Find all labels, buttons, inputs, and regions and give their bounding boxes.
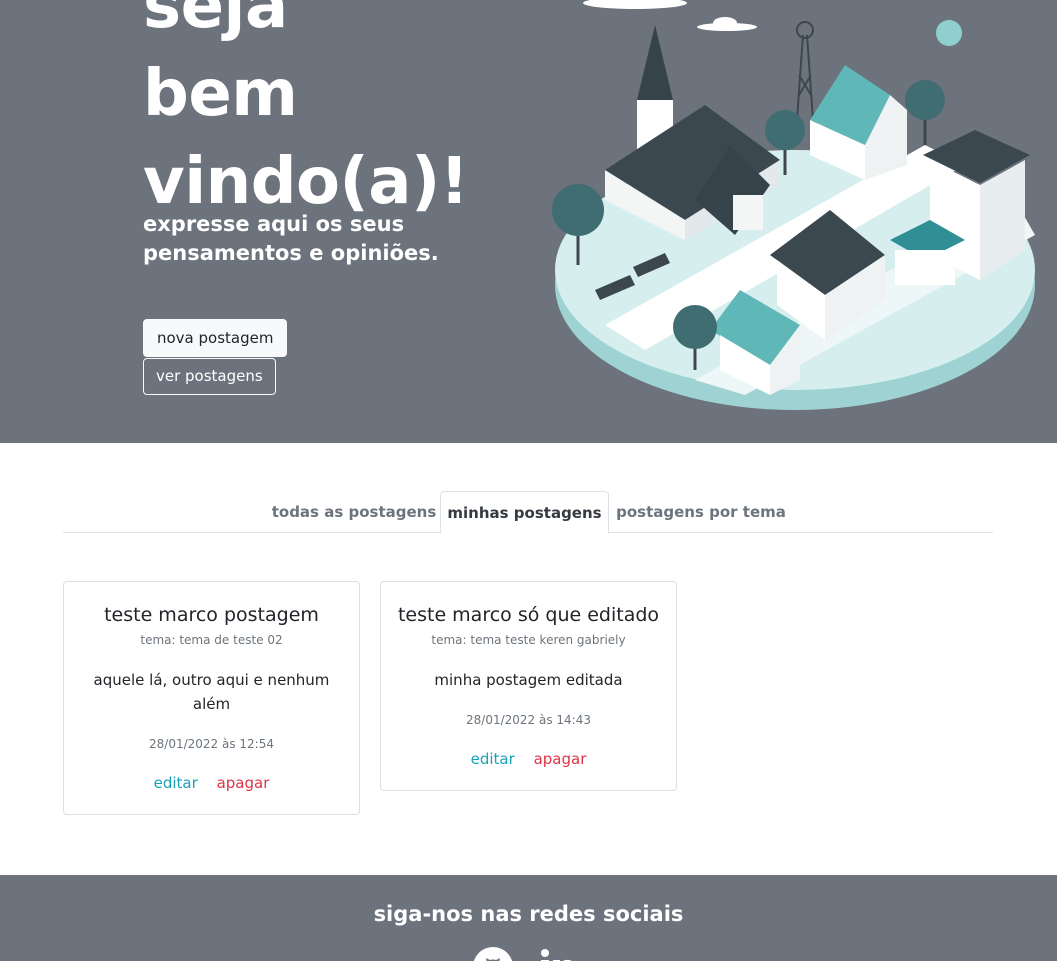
footer-title: siga-nos nas redes sociais bbox=[373, 902, 684, 926]
hero-title-line: bem bbox=[143, 57, 298, 131]
footer: siga-nos nas redes sociais bbox=[0, 875, 1057, 961]
view-posts-button[interactable]: ver postagens bbox=[143, 358, 276, 395]
post-title: teste marco postagem bbox=[104, 604, 319, 626]
windmill bbox=[796, 21, 814, 121]
hero-title: seja bem vindo(a)! bbox=[143, 0, 503, 226]
post-tabs: todas as postagens minhas postagens post… bbox=[63, 491, 993, 534]
github-icon[interactable] bbox=[471, 945, 515, 961]
post-card: teste marco postagem tema: tema de teste… bbox=[63, 581, 360, 815]
post-text: aquele lá, outro aqui e nenhum além bbox=[93, 671, 330, 713]
tab-my-posts[interactable]: minhas postagens bbox=[440, 491, 609, 534]
delete-link[interactable]: apagar bbox=[534, 750, 587, 768]
tab-posts-by-theme[interactable]: postagens por tema bbox=[609, 491, 793, 533]
sun bbox=[936, 20, 962, 46]
hero-subtitle: expresse aqui os seus pensamentos e opin… bbox=[143, 212, 439, 265]
edit-link[interactable]: editar bbox=[471, 750, 515, 768]
post-actions: editar apagar bbox=[381, 750, 676, 768]
post-theme: tema: tema de teste 02 bbox=[140, 633, 283, 647]
post-text: minha postagem editada bbox=[434, 671, 623, 689]
church bbox=[605, 25, 780, 240]
tab-all-posts[interactable]: todas as postagens bbox=[268, 491, 440, 533]
post-theme: tema: tema teste keren gabriely bbox=[431, 633, 626, 647]
town-illustration bbox=[552, 0, 1035, 410]
hero-section: seja bem vindo(a)! expresse aqui os seus… bbox=[0, 0, 1057, 443]
post-date: 28/01/2022 às 14:43 bbox=[466, 713, 591, 727]
post-date: 28/01/2022 às 12:54 bbox=[149, 737, 274, 751]
new-post-button[interactable]: nova postagem bbox=[143, 319, 288, 357]
linkedin-icon[interactable] bbox=[535, 945, 579, 961]
edit-link[interactable]: editar bbox=[154, 774, 198, 792]
delete-link[interactable]: apagar bbox=[217, 774, 270, 792]
clouds bbox=[583, 0, 757, 31]
post-title: teste marco só que editado bbox=[397, 604, 660, 626]
post-actions: editar apagar bbox=[64, 774, 359, 792]
hero-title-line: seja bbox=[143, 0, 288, 43]
post-card: teste marco só que editado tema: tema te… bbox=[380, 581, 677, 791]
